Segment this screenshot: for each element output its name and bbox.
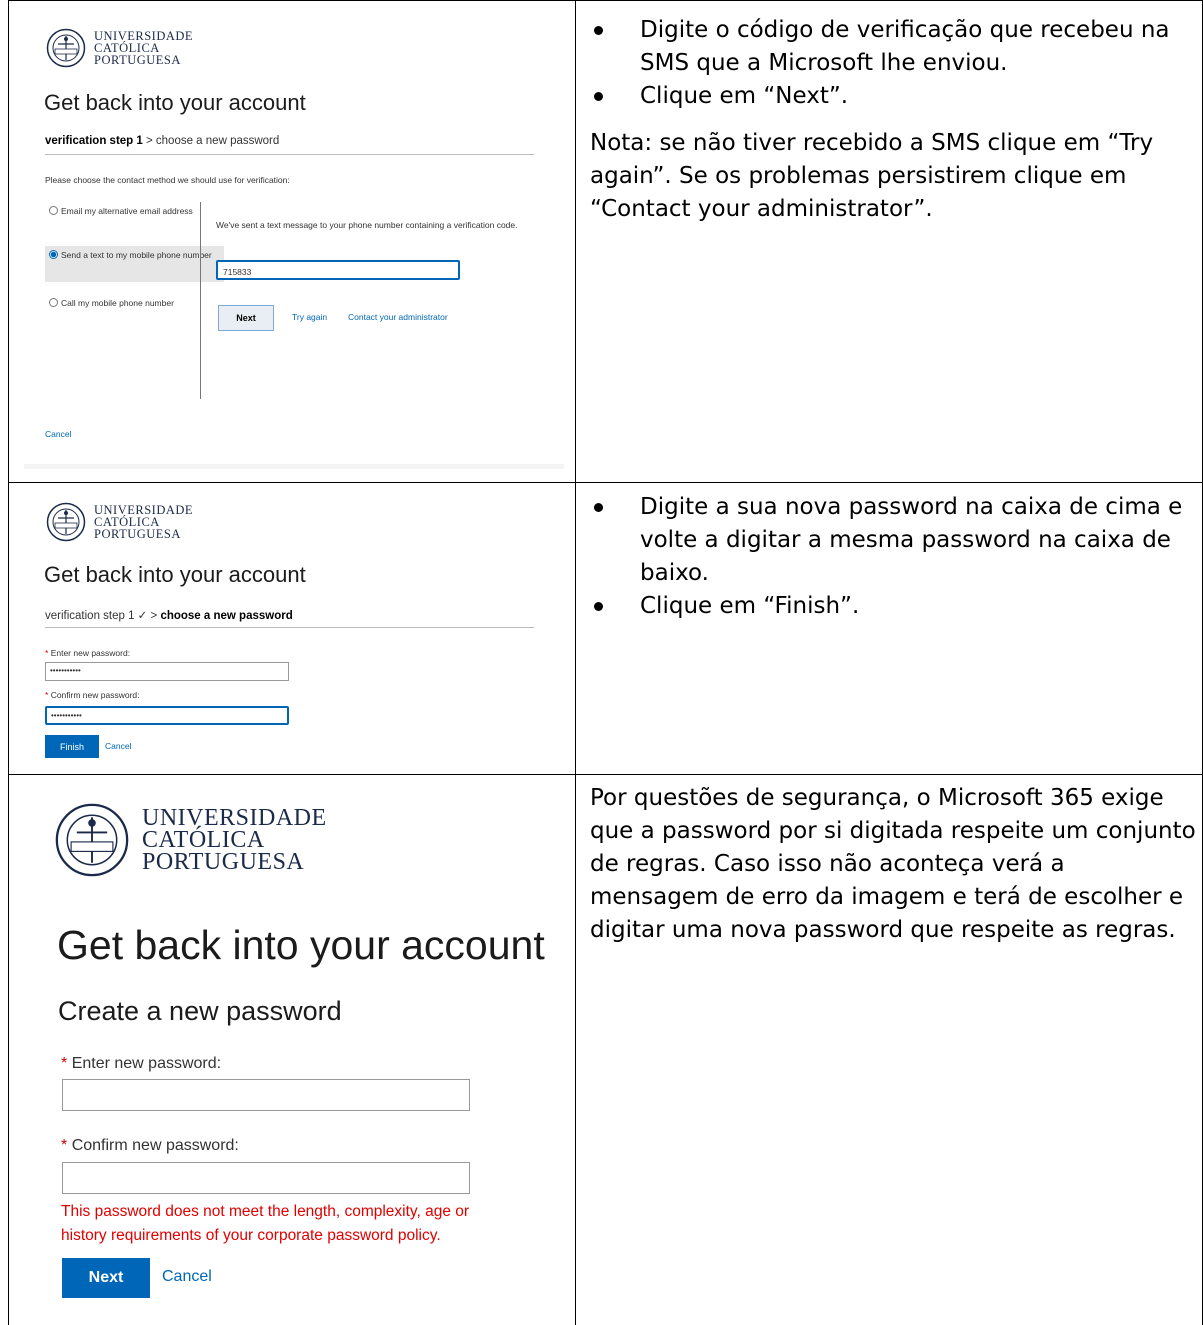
table-border-left	[8, 775, 9, 1325]
cancel-link[interactable]: Cancel	[105, 741, 131, 751]
document-table: UNIVERSIDADE CATÓLICA PORTUGUESA Get bac…	[0, 0, 1203, 1325]
confirm-password-label: * Confirm new password:	[61, 1137, 239, 1154]
confirm-password-input[interactable]	[62, 1162, 470, 1194]
instruction-item: Digite a sua nova password na caixa de c…	[586, 491, 1192, 590]
cancel-link[interactable]: Cancel	[162, 1268, 212, 1286]
university-seal-icon	[55, 803, 129, 877]
vertical-separator	[200, 202, 201, 399]
new-password-input[interactable]	[62, 1079, 470, 1111]
description-text: Por questões de segurança, o Microsoft 3…	[590, 785, 1196, 943]
breadcrumb: verification step 1 ✓ > choose a new pas…	[45, 608, 293, 622]
option-call-label: Call my mobile phone number	[61, 298, 174, 308]
enter-password-label: * Enter new password:	[61, 1055, 222, 1072]
university-logo: UNIVERSIDADE CATÓLICA PORTUGUESA	[46, 28, 193, 68]
page-title: Get back into your account	[44, 562, 306, 587]
table-border-top	[8, 0, 1203, 1]
page-title: Get back into your account	[44, 90, 306, 115]
verification-code-input[interactable]: 715833	[216, 260, 460, 280]
try-again-link[interactable]: Try again	[292, 312, 327, 322]
radio-selected-icon[interactable]	[49, 250, 58, 259]
note-text: Nota: se não tiver recebido a SMS clique…	[590, 130, 1154, 222]
next-button[interactable]: Next	[62, 1258, 150, 1298]
instruction-item: Clique em “Finish”.	[586, 590, 1192, 623]
breadcrumb: verification step 1 > choose a new passw…	[45, 135, 279, 147]
verification-screenshot: UNIVERSIDADE CATÓLICA PORTUGUESA Get bac…	[24, 14, 564, 469]
instruction-item: Clique em “Next”.	[586, 80, 1192, 113]
row3-description: Por questões de segurança, o Microsoft 3…	[590, 782, 1196, 947]
option-email[interactable]: Email my alternative email address	[45, 202, 205, 240]
university-name-line3: PORTUGUESA	[142, 849, 305, 875]
breadcrumb-current-step: verification step 1	[45, 135, 143, 147]
new-password-input[interactable]: •••••••••••	[45, 662, 289, 681]
enter-password-label-text: Enter new password:	[71, 1055, 222, 1072]
radio-icon[interactable]	[49, 206, 58, 215]
new-password-screenshot: UNIVERSIDADE CATÓLICA PORTUGUESA Get bac…	[24, 492, 564, 770]
option-call[interactable]: Call my mobile phone number	[45, 294, 220, 314]
enter-password-label-text: Enter new password:	[50, 648, 131, 658]
sent-message: We've sent a text message to your phone …	[216, 220, 518, 230]
university-name-line3: PORTUGUESA	[94, 53, 181, 67]
breadcrumb-next-step: > choose a new password	[142, 135, 280, 147]
row1-instructions: Digite o código de verificação que receb…	[586, 14, 1192, 226]
divider	[45, 154, 534, 155]
university-seal-icon	[46, 28, 86, 68]
contact-administrator-link[interactable]: Contact your administrator	[348, 312, 448, 322]
row2-instructions: Digite a sua nova password na caixa de c…	[586, 491, 1192, 623]
option-text-message[interactable]: Send a text to my mobile phone number	[45, 246, 224, 282]
divider	[45, 627, 534, 628]
breadcrumb-completed-step: verification step 1 ✓ >	[45, 610, 161, 622]
enter-password-label: * Enter new password:	[45, 648, 131, 658]
instruction-list: Digite o código de verificação que receb…	[586, 14, 1192, 113]
university-name-line3: PORTUGUESA	[94, 527, 181, 541]
instruction-item: Digite o código de verificação que receb…	[586, 14, 1192, 80]
next-button[interactable]: Next	[218, 305, 274, 331]
instruction-list: Digite a sua nova password na caixa de c…	[586, 491, 1192, 623]
table-border-left	[8, 0, 9, 775]
cancel-link[interactable]: Cancel	[45, 429, 71, 439]
confirm-password-label-text: Confirm new password:	[50, 690, 140, 700]
password-policy-error: This password does not meet the length, …	[61, 1203, 470, 1244]
radio-icon[interactable]	[49, 298, 58, 307]
table-row-divider	[8, 482, 1203, 483]
university-logo: UNIVERSIDADE CATÓLICA PORTUGUESA	[46, 502, 193, 542]
university-name-line1: UNIVERSIDADE	[142, 805, 327, 831]
university-logo: UNIVERSIDADE CATÓLICA PORTUGUESA	[54, 802, 327, 878]
section-subtitle: Create a new password	[58, 996, 342, 1026]
confirm-password-label-text: Confirm new password:	[71, 1137, 239, 1154]
confirm-password-label: * Confirm new password:	[45, 690, 140, 700]
password-error-screenshot: UNIVERSIDADE CATÓLICA PORTUGUESA Get bac…	[24, 790, 564, 1320]
option-text-label: Send a text to my mobile phone number	[61, 250, 212, 260]
page-title: Get back into your account	[57, 922, 545, 968]
table-row-divider	[8, 774, 1203, 775]
confirm-password-input[interactable]: •••••••••••	[45, 706, 289, 725]
finish-button[interactable]: Finish	[45, 735, 99, 758]
university-seal-icon	[46, 502, 86, 542]
breadcrumb-current-step: choose a new password	[160, 610, 293, 622]
university-name-line2: CATÓLICA	[142, 827, 265, 853]
option-email-label: Email my alternative email address	[61, 206, 193, 216]
screenshot-bottom-edge	[24, 464, 564, 469]
table-column-divider	[575, 0, 576, 1325]
contact-method-prompt: Please choose the contact method we shou…	[45, 175, 290, 185]
